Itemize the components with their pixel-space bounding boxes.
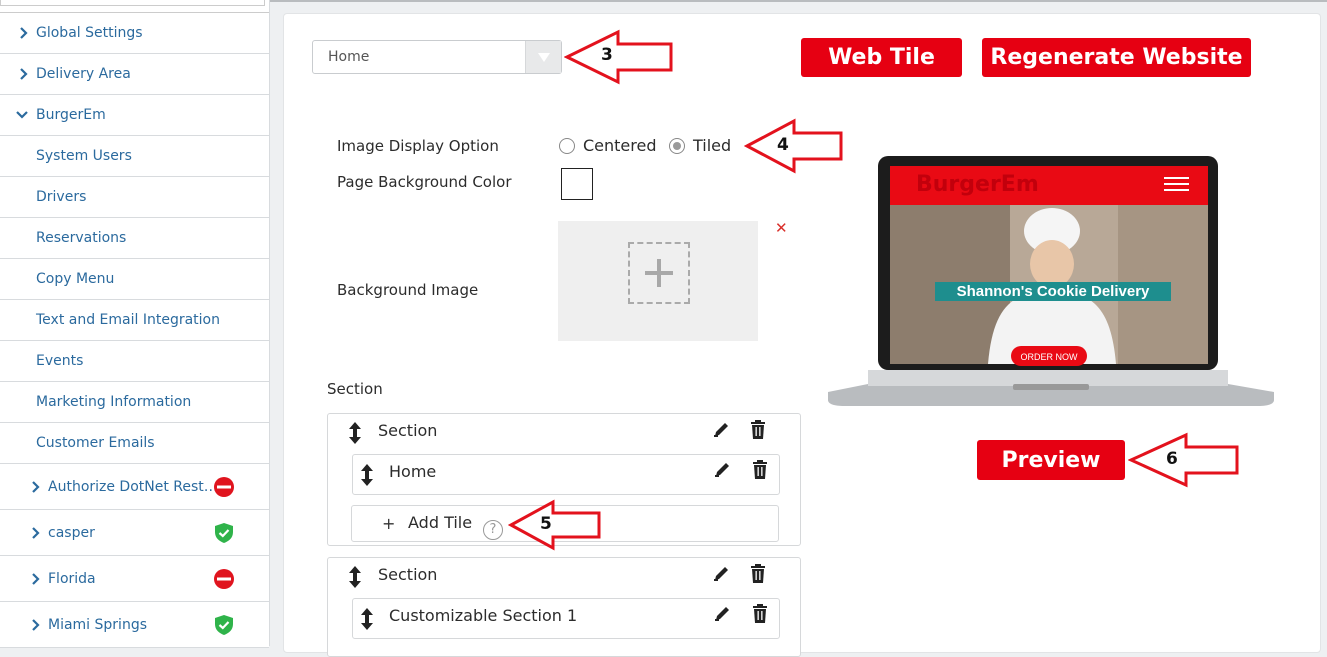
help-icon[interactable]: ?	[483, 520, 503, 540]
bg-image-upload[interactable]	[558, 221, 758, 341]
sidebar-item-label: Marketing Information	[36, 394, 192, 410]
location-label: Miami Springs	[48, 616, 147, 633]
location-label: casper	[48, 524, 95, 541]
bg-image-label: Background Image	[337, 281, 479, 299]
sidebar-item-burgerem[interactable]: BurgerEm	[0, 95, 269, 136]
shield-check-icon	[213, 522, 235, 544]
pencil-icon[interactable]	[714, 461, 731, 482]
sidebar-item-label: Copy Menu	[36, 271, 115, 287]
web-tile-button[interactable]: Web Tile	[801, 38, 962, 77]
section-card: Section Customizable Section 1	[327, 557, 801, 657]
radio-tiled[interactable]	[669, 138, 685, 154]
bg-color-label: Page Background Color	[337, 173, 512, 191]
drag-handle-icon[interactable]	[360, 608, 374, 634]
trash-icon[interactable]	[750, 420, 766, 443]
sidebar: Global Settings Delivery Area BurgerEm S…	[0, 0, 270, 648]
callout-arrow-6: 6	[1127, 432, 1240, 488]
chevron-right-icon	[0, 526, 48, 539]
sidebar-item-label: Customer Emails	[36, 435, 155, 451]
radio-centered-label: Centered	[583, 136, 657, 155]
page-select-value: Home	[328, 49, 370, 65]
sidebar-item-global-settings[interactable]: Global Settings	[0, 13, 269, 54]
top-border	[270, 0, 1327, 2]
regenerate-website-button[interactable]: Regenerate Website	[982, 38, 1251, 77]
callout-number: 5	[540, 514, 552, 534]
sidebar-item-label: Drivers	[36, 189, 87, 205]
pencil-icon[interactable]	[713, 421, 730, 442]
sidebar-item-text-email-integration[interactable]: Text and Email Integration	[0, 300, 269, 341]
sidebar-search-edge	[0, 0, 269, 13]
sidebar-item-copy-menu[interactable]: Copy Menu	[0, 259, 269, 300]
sidebar-location-casper[interactable]: casper	[0, 510, 269, 556]
remove-image-icon[interactable]: ✕	[775, 219, 788, 237]
pencil-icon[interactable]	[714, 605, 731, 626]
radio-centered[interactable]	[559, 138, 575, 154]
tile-title: Home	[389, 462, 437, 481]
website-preview-laptop: BurgerEm Shannon's Cookie Delivery ORDER…	[828, 156, 1274, 408]
sidebar-item-label: BurgerEm	[36, 107, 106, 123]
sidebar-item-drivers[interactable]: Drivers	[0, 177, 269, 218]
add-tile-label: Add Tile	[408, 513, 473, 532]
location-label: Authorize DotNet Rest…	[48, 478, 218, 495]
sidebar-location-florida[interactable]: Florida	[0, 556, 269, 602]
plus-icon	[628, 242, 690, 304]
chevron-right-icon	[0, 618, 48, 631]
chevron-right-icon	[0, 27, 36, 39]
preview-logo: BurgerEm	[916, 172, 1039, 197]
sidebar-item-label: Reservations	[36, 230, 127, 246]
tile-row: Home	[352, 454, 780, 495]
trash-icon[interactable]	[752, 604, 768, 627]
sidebar-item-events[interactable]: Events	[0, 341, 269, 382]
preview-button[interactable]: Preview	[977, 440, 1125, 480]
chevron-right-icon	[0, 68, 36, 80]
plus-icon: +	[382, 514, 396, 533]
tile-title: Customizable Section 1	[389, 606, 578, 625]
section-title: Section	[378, 565, 438, 584]
sidebar-item-reservations[interactable]: Reservations	[0, 218, 269, 259]
sections-header: Section	[327, 380, 383, 398]
page-select[interactable]: Home	[312, 40, 562, 74]
tile-row: Customizable Section 1	[352, 598, 780, 639]
status-inactive-icon	[213, 476, 235, 498]
drag-handle-icon[interactable]	[348, 566, 362, 592]
image-display-label: Image Display Option	[337, 137, 499, 155]
sidebar-item-delivery-area[interactable]: Delivery Area	[0, 54, 269, 95]
chevron-right-icon	[0, 572, 48, 585]
preview-banner: Shannon's Cookie Delivery	[935, 282, 1171, 301]
callout-number: 6	[1166, 449, 1178, 469]
section-title: Section	[378, 421, 438, 440]
sidebar-item-label: System Users	[36, 148, 132, 164]
status-inactive-icon	[213, 568, 235, 590]
sidebar-item-system-users[interactable]: System Users	[0, 136, 269, 177]
sidebar-location-miami-springs[interactable]: Miami Springs	[0, 602, 269, 648]
trash-icon[interactable]	[750, 564, 766, 587]
sidebar-item-label: Text and Email Integration	[36, 312, 220, 328]
sidebar-item-label: Events	[36, 353, 84, 369]
trash-icon[interactable]	[752, 460, 768, 483]
callout-number: 3	[601, 45, 613, 65]
drag-handle-icon[interactable]	[348, 422, 362, 448]
sidebar-item-label: Global Settings	[36, 25, 143, 41]
pencil-icon[interactable]	[713, 565, 730, 586]
dropdown-caret-icon[interactable]	[525, 41, 561, 73]
sidebar-item-marketing-information[interactable]: Marketing Information	[0, 382, 269, 423]
preview-order-button: ORDER NOW	[1020, 352, 1078, 362]
callout-arrow-3: 3	[563, 29, 674, 85]
sidebar-location-authorize[interactable]: Authorize DotNet Rest…	[0, 464, 269, 510]
callout-number: 4	[777, 135, 789, 155]
location-label: Florida	[48, 570, 96, 587]
radio-tiled-label: Tiled	[693, 136, 732, 155]
sidebar-item-label: Delivery Area	[36, 66, 131, 82]
sidebar-item-customer-emails[interactable]: Customer Emails	[0, 423, 269, 464]
chevron-down-icon	[0, 111, 36, 119]
drag-handle-icon[interactable]	[360, 464, 374, 490]
bg-color-swatch[interactable]	[561, 168, 593, 200]
chevron-right-icon	[0, 480, 48, 493]
shield-check-icon	[213, 614, 235, 636]
callout-arrow-5: 5	[507, 499, 602, 551]
